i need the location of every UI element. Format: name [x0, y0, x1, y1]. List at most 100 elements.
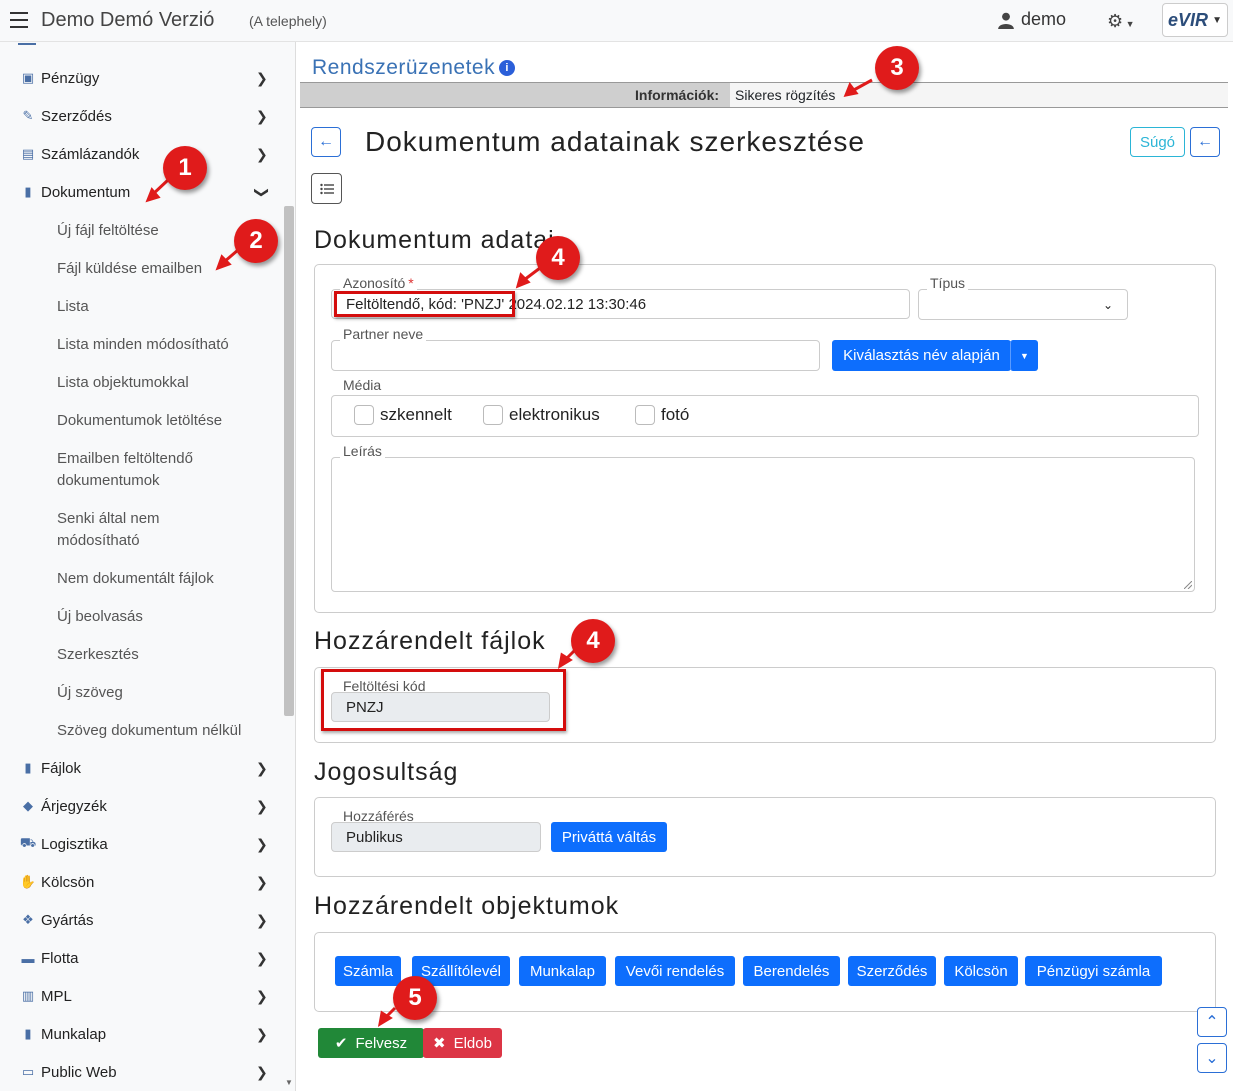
chevron-right-icon: ❯ [256, 873, 268, 890]
chevron-up-icon: ⌃ [1205, 1014, 1219, 1031]
submenu-item[interactable]: Új szöveg [57, 682, 272, 704]
check-icon: ✔ [334, 1035, 348, 1052]
gear-icon: ⚙ [1107, 11, 1124, 31]
object-button-penzugyi-szamla[interactable]: Pénzügyi számla [1025, 956, 1162, 986]
object-button-kolcson[interactable]: Kölcsön [944, 956, 1018, 986]
info-icon[interactable]: i [499, 60, 516, 77]
sidebar-item-label: Számlázandók [41, 145, 140, 163]
document-icon: ▮ [24, 184, 32, 199]
sidebar-item-label: Fájlok [41, 759, 82, 777]
make-private-button[interactable]: Privát­tá váltás [551, 822, 667, 852]
access-label: Hozzáférés [343, 808, 414, 824]
sidebar-scrollbar[interactable] [284, 206, 294, 716]
type-select[interactable]: ⌄ [918, 289, 1128, 320]
user-icon [998, 12, 1014, 29]
user-menu[interactable]: demo [997, 9, 1066, 30]
identifier-label: Azonosító * [340, 275, 417, 291]
partner-name-input[interactable] [331, 340, 820, 371]
electronic-checkbox[interactable] [483, 405, 503, 425]
sidebar-item-label: Kölcsön [41, 873, 95, 891]
settings-menu[interactable]: ⚙ ▼ [1107, 11, 1135, 32]
object-button-berendeles[interactable]: Berendelés [743, 956, 840, 986]
submenu-item[interactable]: Lista minden módosítható [57, 334, 272, 356]
cubes-icon: ❖ [22, 912, 34, 927]
scroll-bottom-button[interactable]: ⌄ [1197, 1043, 1227, 1073]
close-icon: ✖ [433, 1035, 446, 1052]
scanned-checkbox[interactable] [354, 405, 374, 425]
object-button-szerzodes[interactable]: Szerződés [848, 956, 936, 986]
info-value: Sikeres rögzítés [730, 83, 1228, 107]
site-subtitle: (A telephely) [249, 13, 327, 29]
caret-down-icon: ▼ [1212, 14, 1222, 26]
chevron-right-icon: ❯ [256, 949, 268, 966]
object-button-vevoi-rendeles[interactable]: Vevői rendelés [615, 956, 735, 986]
scroll-down-icon[interactable]: ▼ [285, 1078, 293, 1087]
sidebar-item-szamlazandok[interactable]: ▤ Számlázandók ❯ [0, 135, 280, 173]
section-title-document: Dokumentum adatai [314, 226, 555, 254]
sidebar: ▣ Pénzügy ❯ ✎ Szerződés ❯ ▤ Számlázandók… [0, 42, 296, 1091]
submenu-item[interactable]: Szerkesztés [57, 644, 272, 666]
submenu-item[interactable]: Senki által nem módosítható [57, 508, 187, 552]
top-bar: Demo Demó Verzió (A telephely) demo ⚙ ▼ … [0, 0, 1233, 42]
tag-icon: ◆ [23, 798, 33, 813]
dolly-icon: ⛟ [19, 835, 37, 850]
annotation-badge: 4 [571, 619, 615, 663]
sidebar-item-munkalap[interactable]: ▮ Munkalap ❯ [0, 1015, 280, 1053]
sidebar-item-mpl[interactable]: ▥ MPL ❯ [0, 977, 280, 1015]
submenu-item[interactable]: Szöveg dokumentum nélkül [57, 720, 272, 742]
sidebar-item-penzugy[interactable]: ▣ Pénzügy ❯ [0, 59, 280, 97]
description-textarea[interactable] [331, 457, 1195, 592]
sidebar-item-dokumentum[interactable]: ▮ Dokumentum ❯ [0, 173, 280, 211]
list-icon [319, 183, 334, 194]
access-field: Publikus [331, 822, 541, 852]
partial-icon [18, 40, 36, 45]
discard-button[interactable]: ✖ Eldob [423, 1028, 502, 1058]
section-title-rights: Jogosultság [314, 758, 459, 786]
sidebar-item-logisztika[interactable]: ⛟ Logisztika ❯ [0, 825, 280, 863]
photo-checkbox[interactable] [635, 405, 655, 425]
sidebar-item-label: Árjegyzék [41, 797, 107, 815]
sidebar-item-label: Gyártás [41, 911, 94, 929]
chevron-right-icon: ❯ [256, 911, 268, 928]
identifier-label-text: Azonosító [343, 275, 406, 291]
resize-handle-icon[interactable] [1184, 581, 1192, 589]
type-label: Típus [927, 275, 969, 291]
invoice-icon: ▤ [21, 146, 35, 161]
object-button-szamla[interactable]: Számla [335, 956, 401, 986]
submenu-item[interactable]: Nem dokumentált fájlok [57, 568, 272, 590]
sidebar-item-szerzodes[interactable]: ✎ Szerződés ❯ [0, 97, 280, 135]
submenu-item[interactable]: Lista [57, 296, 272, 318]
submenu-item[interactable]: Lista objektumokkal [57, 372, 272, 394]
arrow-left-icon: ← [318, 133, 334, 150]
chevron-right-icon: ❯ [256, 145, 268, 162]
sidebar-item-fajlok[interactable]: ▮ Fájlok ❯ [0, 749, 280, 787]
app-logo: eVIR [1168, 9, 1209, 30]
sidebar-item-gyartas[interactable]: ❖ Gyártás ❯ [0, 901, 280, 939]
required-marker: * [408, 275, 414, 291]
help-button[interactable]: Súgó [1130, 127, 1185, 157]
object-button-munkalap[interactable]: Munkalap [519, 956, 606, 986]
select-dropdown-button[interactable]: ▼ [1010, 340, 1038, 371]
menu-icon[interactable] [10, 12, 28, 28]
sidebar-item-arjegyzek[interactable]: ◆ Árjegyzék ❯ [0, 787, 280, 825]
sidebar-item-label: Flotta [41, 949, 79, 967]
chevron-right-icon: ❯ [256, 1025, 268, 1042]
sidebar-item-kolcson[interactable]: ✋ Kölcsön ❯ [0, 863, 280, 901]
sidebar-item-public-web[interactable]: ▭ Public Web ❯ [0, 1053, 280, 1091]
submenu-item[interactable]: Dokumentumok letöltése [57, 410, 272, 432]
submenu-item[interactable]: Fájl küldése emailben [57, 258, 272, 280]
system-messages-label: Rendszerüzenetek [312, 56, 496, 79]
submenu-item[interactable]: Új beolvasás [57, 606, 272, 628]
save-button[interactable]: ✔ Felvesz [318, 1028, 424, 1058]
scroll-top-button[interactable]: ⌃ [1197, 1007, 1227, 1037]
app-logo-menu[interactable]: eVIR ▼ [1162, 3, 1228, 37]
list-button[interactable] [311, 173, 342, 204]
back-button[interactable]: ← [311, 127, 341, 157]
file-icon: ▮ [24, 760, 32, 775]
submenu-item[interactable]: Emailben feltöltendő dokumentumok [57, 448, 227, 492]
select-by-name-button[interactable]: Kiválasztás név alapján [832, 340, 1011, 371]
sidebar-item-flotta[interactable]: ▬ Flotta ❯ [0, 939, 280, 977]
sidebar-item-label: Dokumentum [41, 183, 131, 201]
back-button-right[interactable]: ← [1190, 127, 1220, 157]
info-label: Információk: [635, 87, 720, 103]
